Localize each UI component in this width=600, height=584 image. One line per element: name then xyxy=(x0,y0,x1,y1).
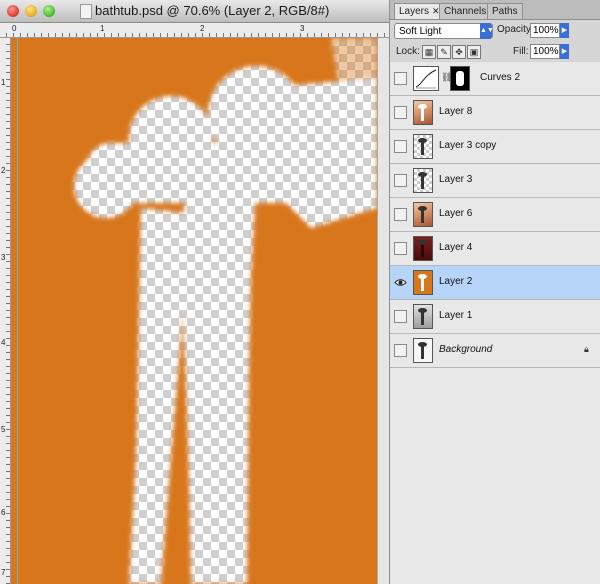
layer-2-artwork xyxy=(11,38,377,584)
ruler-tick-label: 1 xyxy=(1,78,6,87)
vertical-guide[interactable] xyxy=(17,38,18,584)
layer-row-curves-2[interactable]: ⛓ Curves 2 xyxy=(390,62,600,96)
close-window-button[interactable] xyxy=(7,5,19,17)
layer-name: Curves 2 xyxy=(480,72,521,83)
opacity-slider-arrow-icon[interactable]: ▶ xyxy=(560,23,569,38)
visibility-toggle[interactable] xyxy=(394,310,407,323)
image-canvas[interactable] xyxy=(11,38,377,584)
layer-row-layer-4[interactable]: Layer 4 xyxy=(390,232,600,266)
layer-row-background[interactable]: Background 🔒︎ xyxy=(390,334,600,368)
layer-name: Layer 1 xyxy=(439,310,473,321)
curves-adjustment-icon xyxy=(413,66,439,91)
layer-row-layer-3[interactable]: Layer 3 xyxy=(390,164,600,198)
title-bar[interactable]: bathtub.psd @ 70.6% (Layer 2, RGB/8#) xyxy=(0,0,389,23)
visibility-toggle[interactable] xyxy=(394,208,407,221)
tab-layers-label: Layers xyxy=(399,6,430,17)
ruler-tick-label: 6 xyxy=(1,508,6,517)
lock-transparent-pixels-icon[interactable]: ▦ xyxy=(422,45,436,59)
panel-tab-bar: Layers ✕ Channels Paths xyxy=(390,0,600,20)
lock-image-pixels-icon[interactable]: ✎ xyxy=(437,45,451,59)
dropdown-arrow-icon: ▲▼ xyxy=(480,23,494,39)
layer-thumbnail xyxy=(413,100,433,125)
layer-row-layer-1[interactable]: Layer 1 xyxy=(390,300,600,334)
ruler-tick-label: 2 xyxy=(200,24,205,33)
fill-input[interactable]: 100% xyxy=(530,44,560,59)
blend-mode-select[interactable]: Soft Light ▲▼ xyxy=(394,23,494,39)
layer-thumbnail xyxy=(413,134,433,159)
document-icon xyxy=(80,4,92,19)
fill-label: Fill: xyxy=(513,46,529,57)
layer-row-layer-2[interactable]: Layer 2 xyxy=(390,266,600,300)
layer-thumbnail xyxy=(413,338,433,363)
layer-name: Layer 3 copy xyxy=(439,140,497,151)
layer-thumbnail xyxy=(413,168,433,193)
visibility-toggle[interactable] xyxy=(394,140,407,153)
layer-mask-thumbnail[interactable] xyxy=(450,66,470,91)
minimize-window-button[interactable] xyxy=(25,5,37,17)
zoom-window-button[interactable] xyxy=(43,5,55,17)
tab-paths-label: Paths xyxy=(492,6,518,17)
fill-slider-arrow-icon[interactable]: ▶ xyxy=(560,44,569,59)
lock-icon: 🔒︎ xyxy=(584,344,589,354)
eye-icon[interactable] xyxy=(394,276,407,289)
tab-paths[interactable]: Paths xyxy=(487,3,523,19)
document-title: bathtub.psd @ 70.6% (Layer 2, RGB/8#) xyxy=(95,3,330,18)
layer-name: Layer 3 xyxy=(439,174,473,185)
ruler-tick-label: 3 xyxy=(1,253,6,262)
ruler-tick-label: 0 xyxy=(12,24,17,33)
lock-label: Lock: xyxy=(396,46,420,57)
layer-thumbnail xyxy=(413,304,433,329)
layer-name: Layer 6 xyxy=(439,208,473,219)
opacity-label: Opacity: xyxy=(497,24,534,35)
horizontal-ruler[interactable]: 0 1 2 3 xyxy=(0,23,389,38)
layer-row-layer-3-copy[interactable]: Layer 3 copy xyxy=(390,130,600,164)
visibility-toggle[interactable] xyxy=(394,106,407,119)
document-window: bathtub.psd @ 70.6% (Layer 2, RGB/8#) 0 … xyxy=(0,0,390,584)
opacity-input[interactable]: 100% xyxy=(530,23,560,38)
tab-channels[interactable]: Channels xyxy=(439,3,492,19)
tab-layers[interactable]: Layers ✕ xyxy=(394,3,445,19)
ruler-tick-label: 4 xyxy=(1,338,6,347)
lock-fill-row: Lock: ▦ ✎ ✥ ▣ Fill: 100% ▶ xyxy=(390,42,600,63)
visibility-toggle[interactable] xyxy=(394,174,407,187)
lock-all-icon[interactable]: ▣ xyxy=(467,45,481,59)
visibility-toggle[interactable] xyxy=(394,344,407,357)
layer-thumbnail xyxy=(413,270,433,295)
ruler-tick-label: 3 xyxy=(300,24,305,33)
layer-row-layer-6[interactable]: Layer 6 xyxy=(390,198,600,232)
vertical-ruler[interactable]: 1 2 3 4 5 6 7 xyxy=(0,38,11,584)
tab-channels-label: Channels xyxy=(444,6,487,17)
ruler-tick-label: 7 xyxy=(1,568,6,577)
layer-name: Background xyxy=(439,344,493,355)
visibility-toggle[interactable] xyxy=(394,72,407,85)
layer-thumbnail xyxy=(413,236,433,261)
layer-name: Layer 8 xyxy=(439,106,473,117)
blend-opacity-row: Soft Light ▲▼ Opacity: 100% ▶ xyxy=(390,20,600,42)
blend-mode-value: Soft Light xyxy=(399,26,442,37)
ruler-tick-label: 1 xyxy=(100,24,105,33)
layer-row-layer-8[interactable]: Layer 8 xyxy=(390,96,600,130)
ruler-tick-label: 5 xyxy=(1,425,6,434)
layer-list: ⛓ Curves 2 Layer 8 Layer 3 copy Layer 3 … xyxy=(390,62,600,584)
layer-thumbnail xyxy=(413,202,433,227)
ruler-tick-label: 2 xyxy=(1,166,6,175)
layer-name: Layer 2 xyxy=(439,276,473,287)
layer-name: Layer 4 xyxy=(439,242,473,253)
lock-position-icon[interactable]: ✥ xyxy=(452,45,466,59)
visibility-toggle[interactable] xyxy=(394,242,407,255)
layers-panel: Layers ✕ Channels Paths Soft Light ▲▼ Opa… xyxy=(389,0,600,584)
